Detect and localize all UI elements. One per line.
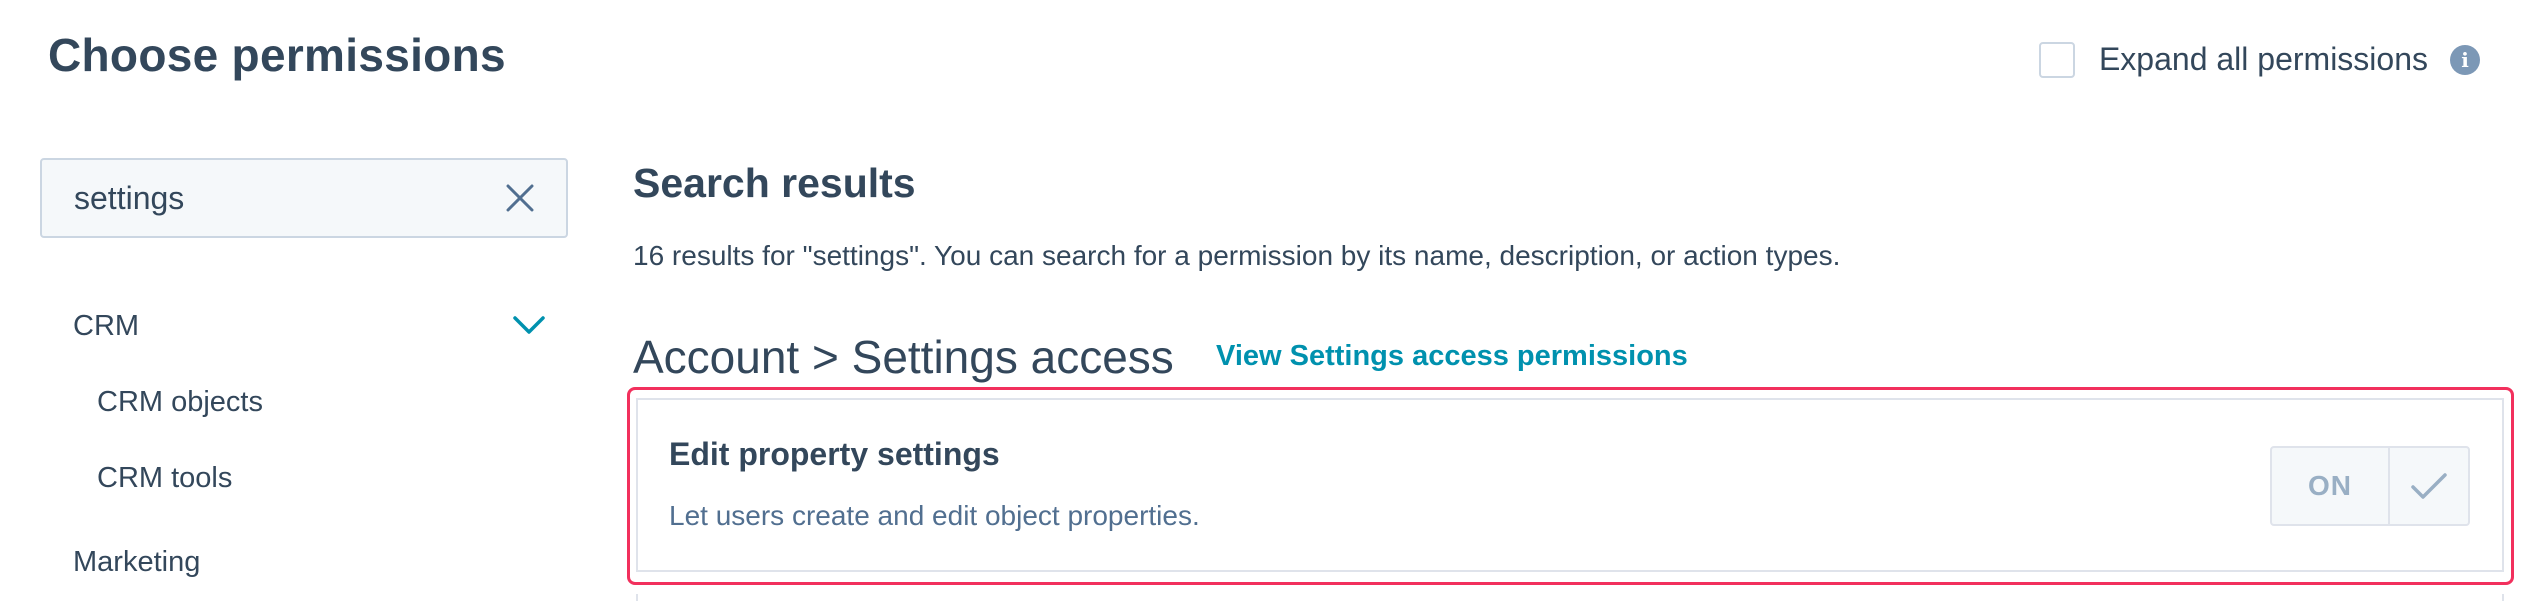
sidebar-item-crm-objects[interactable]: CRM objects <box>97 386 263 419</box>
close-icon[interactable] <box>504 182 536 214</box>
checkmark-icon <box>2411 473 2447 499</box>
permission-description: Let users create and edit object propert… <box>669 500 1200 531</box>
permissions-page: Choose permissions Expand all permission… <box>0 0 2536 601</box>
search-box[interactable] <box>40 158 568 238</box>
expand-all-label[interactable]: Expand all permissions <box>2099 41 2428 78</box>
search-results-summary: 16 results for "settings". You can searc… <box>633 240 1841 271</box>
toggle-on-label[interactable]: ON <box>2272 448 2390 524</box>
sidebar-item-crm[interactable]: CRM <box>73 310 139 343</box>
permission-toggle[interactable]: ON <box>2270 446 2470 526</box>
expand-all-checkbox[interactable] <box>2038 41 2075 78</box>
sidebar-item-crm-tools[interactable]: CRM tools <box>97 462 232 495</box>
section-title: Account > Settings access <box>633 331 1174 383</box>
chevron-down-icon[interactable] <box>512 314 546 336</box>
permission-title: Edit property settings <box>669 436 1000 472</box>
expand-all-control[interactable]: Expand all permissions i <box>2038 41 2480 78</box>
info-icon[interactable]: i <box>2450 44 2480 75</box>
page-title: Choose permissions <box>48 29 506 81</box>
toggle-check-segment[interactable] <box>2390 448 2468 524</box>
permission-card: Edit property settings Let users create … <box>636 398 2504 572</box>
next-card-edge <box>636 594 2504 601</box>
search-input[interactable] <box>74 160 494 236</box>
sidebar-item-marketing[interactable]: Marketing <box>73 546 200 579</box>
search-results-heading: Search results <box>633 160 916 206</box>
view-settings-access-link[interactable]: View Settings access permissions <box>1216 340 1688 373</box>
